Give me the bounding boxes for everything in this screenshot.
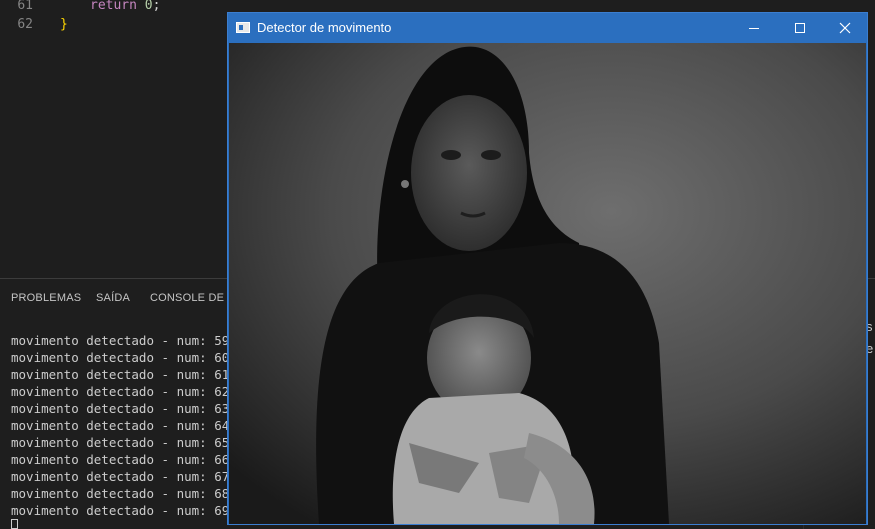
motion-detector-window[interactable]: Detector de movimento [227,12,868,525]
line-number: 61 [17,0,33,13]
close-icon [839,22,851,34]
terminal-line: movimento detectado - num: 60 [11,350,230,365]
terminal-line: movimento detectado - num: 59 [11,333,230,348]
terminal-line: movimento detectado - num: 69 [11,503,230,518]
terminal-line: movimento detectado - num: 67 [11,469,230,484]
maximize-icon [795,23,805,33]
maximize-button[interactable] [777,13,823,43]
window-titlebar[interactable]: Detector de movimento [228,13,867,43]
app-window-icon [236,22,250,33]
terminal-line: movimento detectado - num: 64 [11,418,230,433]
terminal-line: movimento detectado - num: 65 [11,435,230,450]
tab-problems[interactable]: PROBLEMAS [11,292,81,304]
minimize-button[interactable] [731,13,777,43]
close-button[interactable] [822,13,868,43]
tab-output[interactable]: SAÍDA [96,292,130,304]
terminal-line: movimento detectado - num: 68 [11,486,230,501]
code-text: return 0; [90,0,161,13]
closing-brace: } [60,17,68,32]
terminal-output[interactable]: movimento detectado - num: 59 movimento … [11,332,229,519]
webcam-image [229,43,866,524]
terminal-line: movimento detectado - num: 66 [11,452,230,467]
terminal-line: movimento detectado - num: 61 [11,367,230,382]
terminal-line: movimento detectado - num: 62 [11,384,230,399]
minimize-icon [749,28,759,29]
terminal-line: movimento detectado - num: 63 [11,401,230,416]
line-number: 62 [17,17,33,32]
webcam-frame [229,43,866,524]
window-title: Detector de movimento [257,20,392,35]
